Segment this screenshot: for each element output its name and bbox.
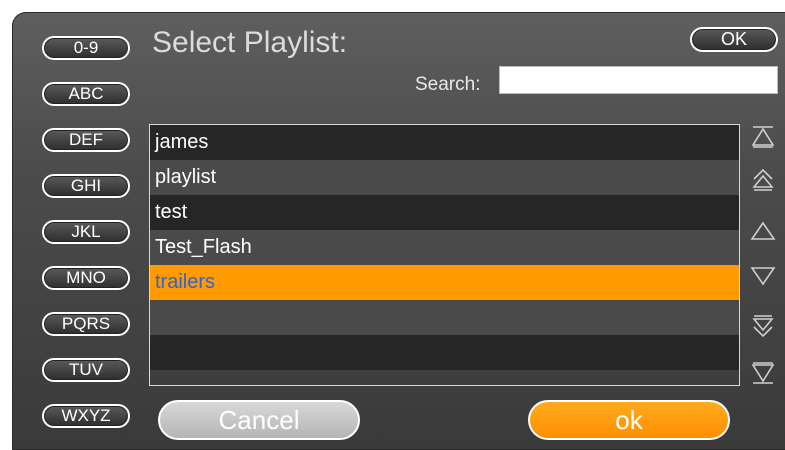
playlist-list[interactable]: james playlist test Test_Flash trailers	[149, 124, 740, 386]
search-label: Search:	[415, 74, 481, 95]
page-down-icon[interactable]	[750, 313, 776, 339]
line-down-icon[interactable]	[750, 263, 776, 289]
page-up-icon[interactable]	[750, 167, 776, 193]
cancel-button[interactable]: Cancel	[158, 400, 360, 440]
letter-button-tuv[interactable]: TUV	[42, 358, 130, 382]
playlist-item-playlist[interactable]: playlist	[150, 160, 739, 195]
letter-button-pqrs[interactable]: PQRS	[42, 312, 130, 336]
ok-top-button[interactable]: OK	[690, 27, 778, 52]
playlist-item-trailers-selected[interactable]: trailers	[150, 265, 739, 300]
playlist-item-empty	[150, 300, 739, 335]
letter-button-0-9[interactable]: 0-9	[42, 36, 130, 60]
playlist-item-empty	[150, 335, 739, 370]
scroll-top-icon[interactable]	[750, 124, 776, 150]
line-up-icon[interactable]	[750, 218, 776, 244]
playlist-item-test[interactable]: test	[150, 195, 739, 230]
ok-button[interactable]: ok	[528, 400, 730, 440]
scroll-bottom-icon[interactable]	[750, 360, 776, 386]
letter-button-jkl[interactable]: JKL	[42, 220, 130, 244]
letter-button-abc[interactable]: ABC	[42, 82, 130, 106]
search-input[interactable]	[499, 66, 778, 94]
letter-button-ghi[interactable]: GHI	[42, 174, 130, 198]
letter-button-mno[interactable]: MNO	[42, 266, 130, 290]
playlist-item-test-flash[interactable]: Test_Flash	[150, 230, 739, 265]
playlist-item-james[interactable]: james	[150, 125, 739, 160]
letter-button-wxyz[interactable]: WXYZ	[42, 404, 130, 428]
dialog-title: Select Playlist:	[152, 26, 348, 59]
letter-button-def[interactable]: DEF	[42, 128, 130, 152]
